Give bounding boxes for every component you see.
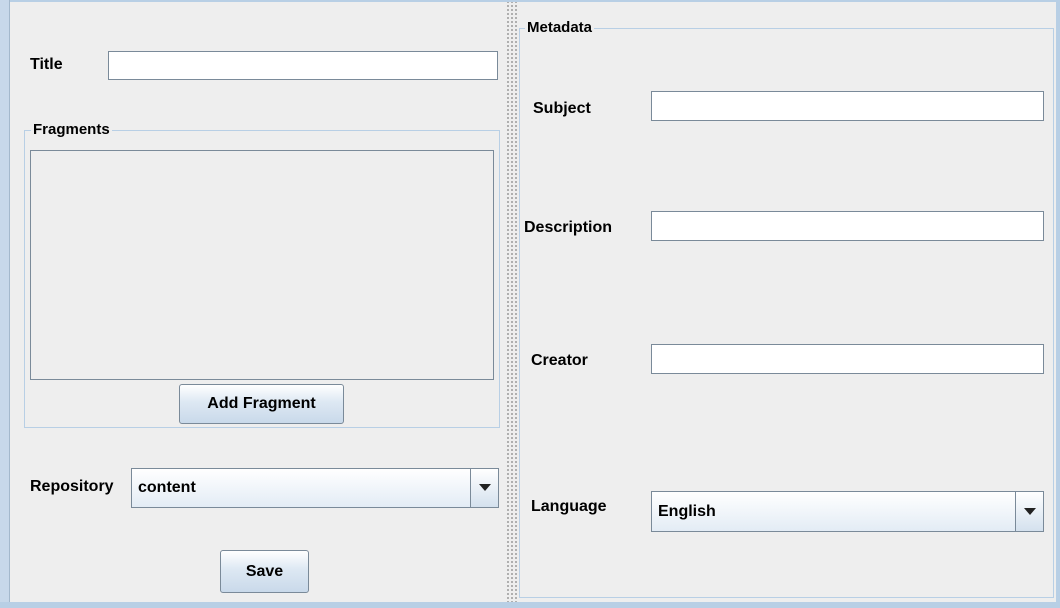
title-label: Title — [30, 56, 63, 73]
language-label: Language — [531, 498, 607, 515]
window-frame-right — [1056, 0, 1060, 608]
window-frame-bottom — [0, 602, 1060, 608]
language-select[interactable]: English — [651, 491, 1044, 532]
window-frame-left — [0, 0, 10, 608]
subject-label: Subject — [533, 100, 591, 117]
fragments-group-title: Fragments — [31, 121, 112, 138]
metadata-group-title: Metadata — [525, 19, 595, 36]
add-fragment-button[interactable]: Add Fragment — [179, 384, 344, 424]
repository-label: Repository — [30, 478, 114, 495]
chevron-down-icon[interactable] — [470, 469, 498, 507]
subject-input[interactable] — [651, 91, 1044, 121]
repository-selected-value: content — [138, 479, 196, 496]
creator-label: Creator — [531, 352, 588, 369]
title-input[interactable] — [108, 51, 498, 80]
split-pane-divider[interactable] — [507, 2, 517, 602]
description-label: Description — [524, 219, 613, 236]
language-selected-value: English — [658, 502, 716, 520]
fragments-list[interactable] — [30, 150, 494, 380]
repository-select[interactable]: content — [131, 468, 499, 508]
description-input[interactable] — [651, 211, 1044, 241]
chevron-down-icon[interactable] — [1015, 492, 1043, 531]
creator-input[interactable] — [651, 344, 1044, 374]
save-button[interactable]: Save — [220, 550, 309, 593]
